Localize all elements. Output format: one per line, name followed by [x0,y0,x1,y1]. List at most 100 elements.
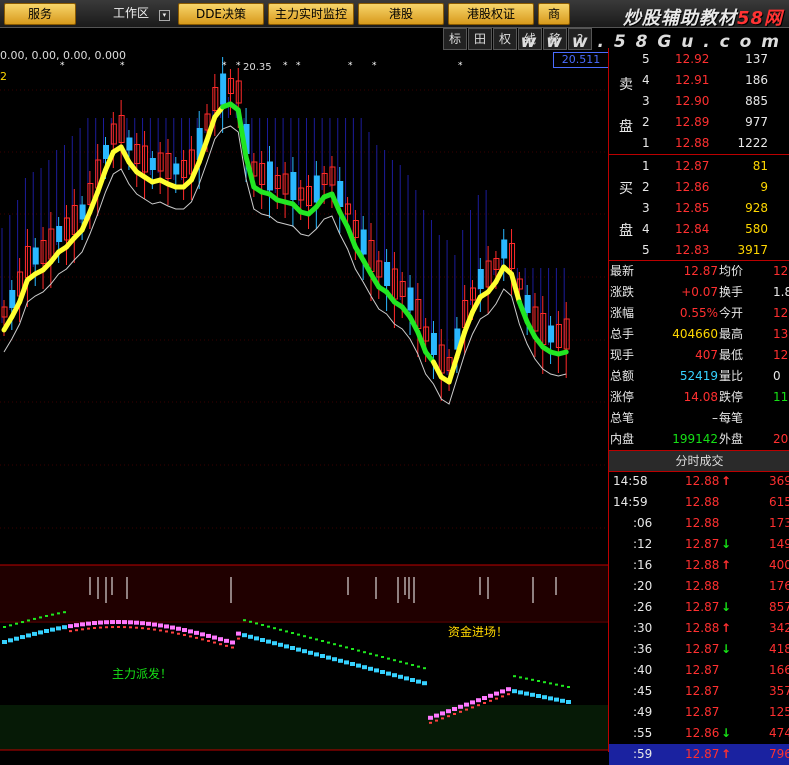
mark-tool[interactable]: 标 [443,28,467,50]
service-button[interactable]: 服务 [4,3,76,25]
indicator-dot [290,646,295,650]
indicator-dot [506,687,511,692]
candle-body [79,204,86,220]
indicator-dot [176,626,181,631]
indicator-dot [278,642,283,647]
indicator-dash [165,630,168,633]
indicator-dot [476,698,481,703]
bid-volume: 81 [752,159,768,173]
grid-tool[interactable]: 田 [468,28,492,50]
indicator-dot [404,676,409,681]
trend-segment [188,159,202,183]
tick-price: 12.88 [685,474,720,488]
indicator-dot [212,635,217,640]
bid-price: 12.87 [675,159,710,173]
quote-value-2: 12 [773,306,789,320]
workspace-menu[interactable]: 工作区 ▾ [113,3,170,23]
indicator-dash [225,644,228,647]
tick-row: :26 12.87 ↓ 857 [609,597,789,618]
indicator-dash [405,662,408,665]
indicator-dot [272,641,277,646]
ask-volume: 137 [745,52,768,66]
left-edge-digit: 2 [0,70,7,83]
indicator-dot [140,621,145,626]
hk-warrant-button[interactable]: 港股权证 [448,3,534,25]
indicator-dot [566,700,571,704]
tick-time: :20 [633,579,653,593]
main-force-monitor-button[interactable]: 主力实时监控 [268,3,354,25]
trend-segment [509,271,522,305]
indicator-dot [146,621,151,626]
indicator-dash [141,627,144,630]
indicator-dot [338,658,343,663]
candle-body [149,158,156,170]
indicator-dot [482,696,487,700]
book-divider [609,154,789,155]
commodity-button[interactable]: 商 [538,3,570,25]
tick-arrow: ↓ [721,642,732,656]
ask-price: 12.91 [675,73,710,87]
indicator-dot [170,625,175,630]
indicator-dash [219,643,222,646]
indicator-dash [117,626,120,629]
indicator-dot [80,622,85,627]
indicator-dash [495,697,498,700]
indicator-dot [302,649,307,654]
indicator-dot [26,633,31,638]
rights-tool[interactable]: 权 [493,28,517,50]
indicator-dot [548,696,553,701]
kline-chart[interactable]: * * * * * * * * * 资金进场！ 主力派发！ 20.35 [0,48,608,752]
tick-row: :30 12.88 ↑ 342 [609,618,789,639]
indicator-dash [237,637,240,640]
quote-value: 407 [695,348,718,362]
bid-row: 1 12.87 81 [609,156,789,177]
indicator-dash [345,646,348,649]
candle-body [548,325,555,343]
candle-body [220,73,227,105]
tick-volume: 615 [769,495,789,509]
candle-body [313,175,320,203]
workspace-label: 工作区 [113,6,150,20]
blue-cloud-band [1,97,565,375]
indicator-dash [267,625,270,628]
indicator-dash [369,652,372,655]
sell-label-2: 盘 [619,119,633,135]
tick-price: 12.88 [685,579,720,593]
trend-segment [446,354,460,385]
indicator-dash [555,683,558,686]
indicator-dot [446,709,451,714]
indicator-dot [92,621,97,626]
quote-value-2: 2055 [773,432,789,446]
indicator-dash [171,631,174,634]
tick-row: :12 12.87 ↓ 149 [609,534,789,555]
indicator-dash [471,706,474,709]
dde-decision-button[interactable]: DDE决策 [178,3,264,25]
quote-value-2: 13 [773,327,789,341]
tick-volume: 342 [769,621,789,635]
indicator-dot [392,673,397,678]
indicator-dot [68,624,73,629]
bid-row: 2 12.86 9 [609,177,789,198]
bid-row: 3 12.85 928 [609,198,789,219]
indicator-dash [291,632,294,634]
indicator-dot [62,625,67,630]
trend-segment [430,359,444,380]
indicator-dash [93,627,96,630]
tick-time: :49 [633,705,653,719]
indicator-dash [285,630,288,633]
indicator-values: 0.00, 0.00, 0.00, 0.000 [0,49,126,62]
hk-stock-button[interactable]: 港股 [358,3,444,25]
ask-level: 3 [642,94,650,108]
candle-body [32,247,39,265]
tick-row: :45 12.87 357 [609,681,789,702]
tick-row: :20 12.88 176 [609,576,789,597]
indicator-dash [303,635,306,638]
quote-value: 199142 [672,432,718,446]
tick-volume: 173 [769,516,789,530]
tick-price: 12.87 [685,663,720,677]
indicator-dot [248,634,253,639]
bid-level: 5 [642,243,650,257]
tick-time: :12 [633,537,653,551]
indicator-dash [423,667,426,670]
ask-level: 2 [642,115,650,129]
